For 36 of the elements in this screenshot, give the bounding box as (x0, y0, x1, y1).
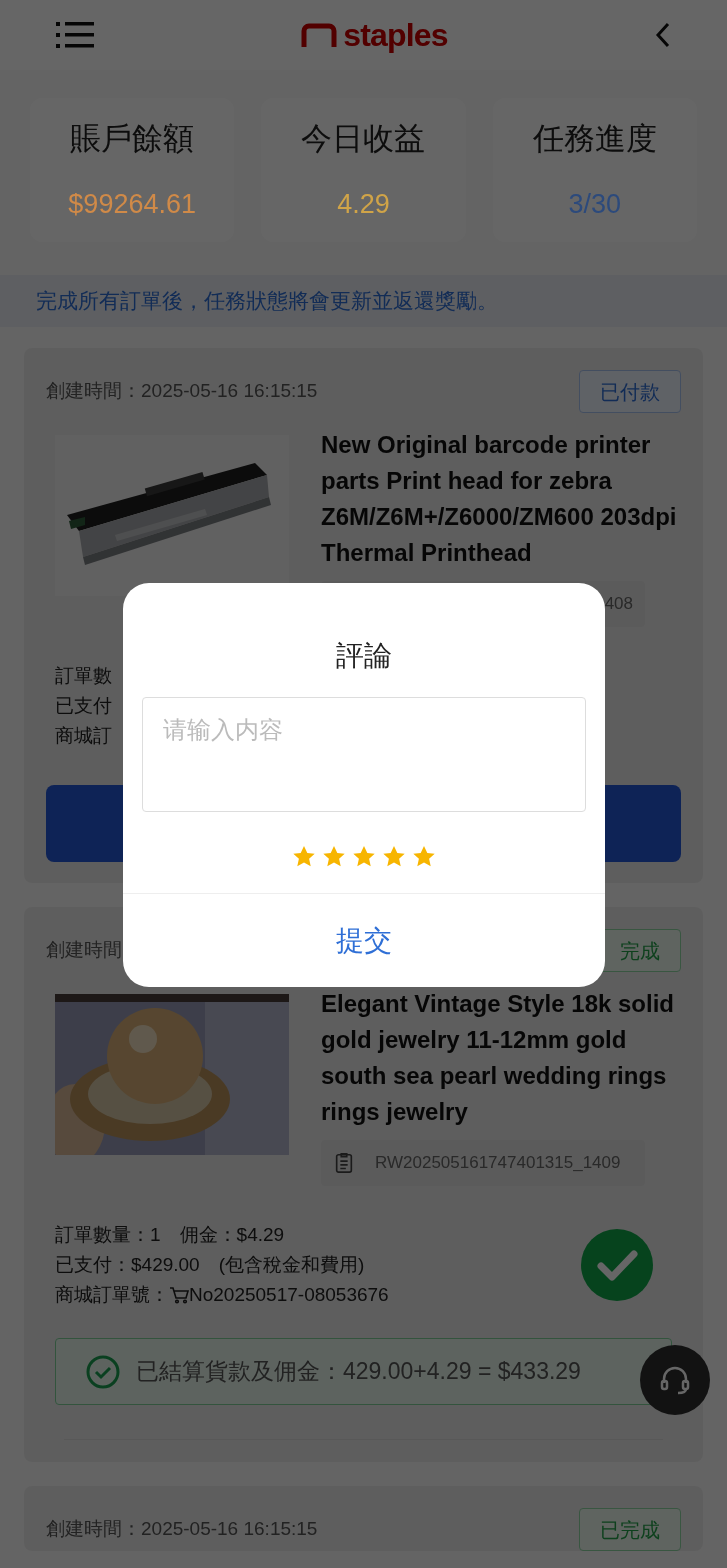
check-circle-icon (86, 1354, 120, 1389)
status-badge: 已付款 (579, 370, 681, 413)
dialog-title: 評論 (336, 639, 392, 673)
notice-text: 完成所有訂單後，任務狀態將會更新並返還獎勵。 (36, 288, 498, 315)
created-time: 創建時間：2025-05-16 16:15:15 (46, 379, 318, 404)
stat-value: 4.29 (337, 188, 390, 221)
star-icon[interactable] (322, 845, 346, 869)
detail-label: 商城訂單號： (55, 1283, 169, 1307)
comment-field[interactable]: 请输入内容 (142, 697, 586, 812)
cart-icon (169, 1286, 189, 1304)
back-icon[interactable] (655, 22, 671, 48)
stat-value: 3/30 (568, 188, 622, 221)
star-icon[interactable] (292, 845, 316, 869)
order-detail: 已支付 (55, 694, 112, 718)
created-time: 創建時間：2025-05-16 16:15:15 (46, 1517, 318, 1542)
order-detail: 訂單數 (55, 664, 112, 688)
order-detail: 商城訂 (55, 724, 112, 748)
status-badge: 已完成 (579, 1508, 681, 1551)
menu-icon[interactable] (56, 22, 94, 48)
logo: staples (301, 19, 448, 51)
stat-label: 今日收益 (301, 119, 426, 158)
order-detail: 已支付：$429.00 (包含稅金和費用) (55, 1253, 366, 1277)
mall-order-number: No20250517-08053676 (189, 1283, 389, 1307)
created-time: 創建時間 (46, 938, 122, 963)
settlement-text: 已結算貨款及佣金：429.00+4.29 = $433.29 (136, 1357, 581, 1387)
stat-label: 任務進度 (532, 119, 657, 158)
order-detail: 訂單數量：1 佣金：$4.29 (55, 1223, 286, 1247)
star-rating[interactable] (292, 845, 436, 869)
product-title: New Original barcode printer parts Print head for zebra Z6M/Z6M+/Z6000/ZM600 203dpi Thermal Printhead (321, 430, 678, 568)
product-title: Elegant Vintage Style 18k solid gold jewelry 11-12mm gold south sea pearl wedding rings rings jewelry (321, 989, 675, 1127)
star-icon[interactable] (382, 845, 406, 869)
star-icon[interactable] (412, 845, 436, 869)
clipboard-icon (333, 1152, 355, 1174)
stat-label: 賬戶餘額 (70, 119, 195, 158)
star-icon[interactable] (352, 845, 376, 869)
stat-value: $99264.61 (68, 188, 196, 221)
